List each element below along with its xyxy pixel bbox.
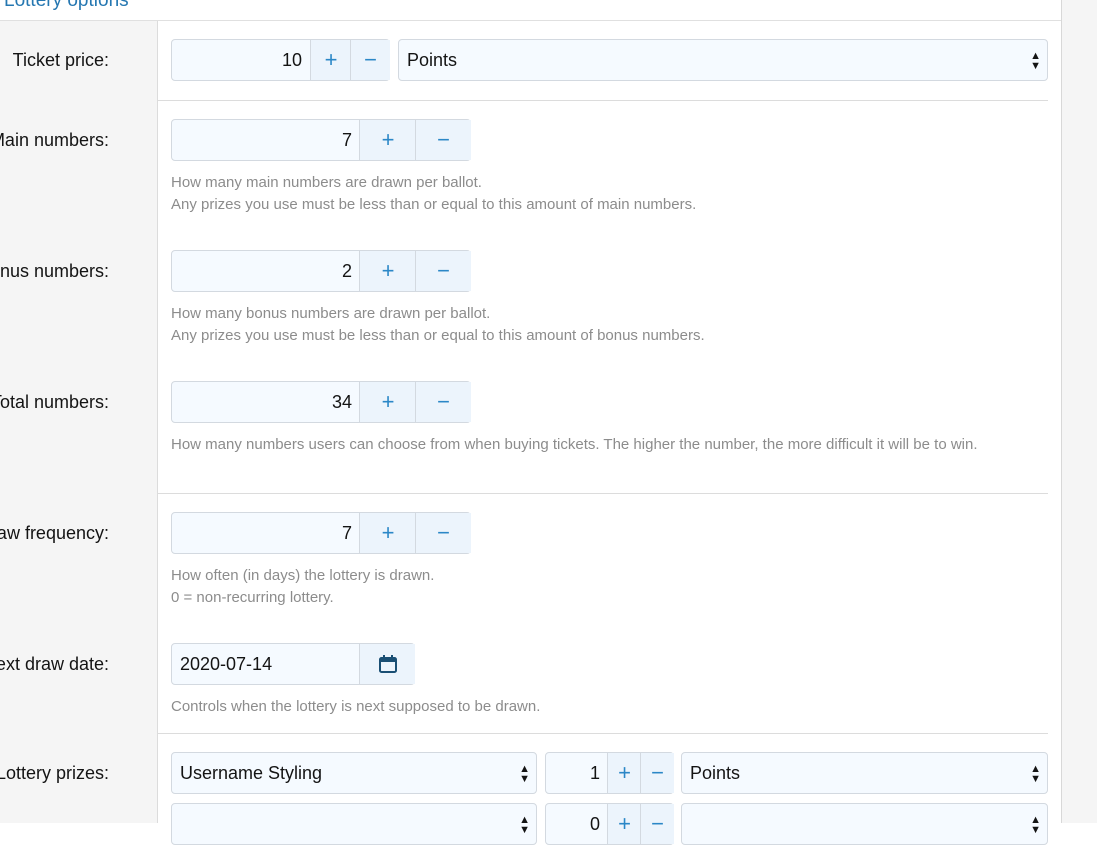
select-arrows-icon: ▲ ▼ xyxy=(1030,50,1041,72)
draw-frequency-decrement-button[interactable]: − xyxy=(415,513,471,553)
bonus-numbers-hint: How many bonus numbers are drawn per bal… xyxy=(171,305,705,344)
ticket-price-label: Ticket price: xyxy=(12,50,109,70)
bonus-numbers-decrement-button[interactable]: − xyxy=(415,251,471,291)
calendar-icon xyxy=(379,655,397,673)
bonus-numbers-label: Bonus numbers: xyxy=(0,261,109,281)
prize-type-select[interactable]: ▲ ▼ xyxy=(171,803,537,845)
prize-currency-select[interactable]: ▲ ▼ xyxy=(681,803,1048,845)
select-arrows-icon: ▲ ▼ xyxy=(519,814,530,836)
select-arrows-icon: ▲ ▼ xyxy=(1030,814,1041,836)
main-numbers-hint: How many main numbers are drawn per ball… xyxy=(171,174,697,213)
lottery-prizes-label: Lottery prizes: xyxy=(0,763,109,783)
divider xyxy=(158,493,1048,494)
bonus-numbers-value[interactable]: 2 xyxy=(172,251,352,291)
draw-frequency-value[interactable]: 7 xyxy=(172,513,352,553)
prize-amount-decrement-button[interactable]: − xyxy=(640,753,674,793)
main-numbers-stepper[interactable]: 7 + − xyxy=(171,119,471,161)
section-header[interactable]: Lottery options ⌃ xyxy=(0,0,1061,21)
lottery-options-panel: Lottery options ⌃ Ticket price: 10 + − P… xyxy=(0,0,1062,845)
page-gutter xyxy=(1062,0,1097,823)
select-arrows-icon: ▲ ▼ xyxy=(1030,763,1041,785)
prize-amount-stepper[interactable]: 0 + − xyxy=(545,803,674,845)
prize-amount-value[interactable]: 1 xyxy=(546,753,600,793)
draw-frequency-hint: How often (in days) the lottery is drawn… xyxy=(171,567,435,606)
section-title: Lottery options xyxy=(4,0,129,11)
next-draw-date-field[interactable]: 2020-07-14 xyxy=(171,643,415,685)
total-numbers-value[interactable]: 34 xyxy=(172,382,352,422)
prize-amount-stepper[interactable]: 1 + − xyxy=(545,752,674,794)
calendar-button[interactable] xyxy=(359,644,415,684)
ticket-price-value[interactable]: 10 xyxy=(172,40,302,80)
next-draw-date-hint: Controls when the lottery is next suppos… xyxy=(171,698,541,715)
main-numbers-value[interactable]: 7 xyxy=(172,120,352,160)
main-numbers-increment-button[interactable]: + xyxy=(359,120,416,160)
prize-type-select[interactable]: Username Styling ▲ ▼ xyxy=(171,752,537,794)
draw-frequency-label: Draw frequency: xyxy=(0,523,109,543)
next-draw-date-value[interactable]: 2020-07-14 xyxy=(180,644,272,684)
ticket-price-stepper[interactable]: 10 + − xyxy=(171,39,390,81)
ticket-price-increment-button[interactable]: + xyxy=(310,40,351,80)
prize-currency-value: Points xyxy=(690,763,741,783)
ticket-price-decrement-button[interactable]: − xyxy=(350,40,390,80)
divider xyxy=(158,733,1048,734)
total-numbers-label: Total numbers: xyxy=(0,392,109,412)
main-numbers-label: Main numbers: xyxy=(0,130,109,150)
prize-type-value: Username Styling xyxy=(180,763,323,783)
bonus-numbers-increment-button[interactable]: + xyxy=(359,251,416,291)
divider xyxy=(158,100,1048,101)
total-numbers-hint: How many numbers users can choose from w… xyxy=(171,436,978,453)
select-arrows-icon: ▲ ▼ xyxy=(519,763,530,785)
draw-frequency-increment-button[interactable]: + xyxy=(359,513,416,553)
draw-frequency-stepper[interactable]: 7 + − xyxy=(171,512,471,554)
next-draw-date-label: Next draw date: xyxy=(0,654,109,674)
chevron-up-icon[interactable]: ⌃ xyxy=(1033,0,1045,7)
prize-currency-select[interactable]: Points ▲ ▼ xyxy=(681,752,1048,794)
total-numbers-increment-button[interactable]: + xyxy=(359,382,416,422)
total-numbers-decrement-button[interactable]: − xyxy=(415,382,471,422)
prize-amount-increment-button[interactable]: + xyxy=(607,804,641,844)
prize-amount-increment-button[interactable]: + xyxy=(607,753,641,793)
prize-amount-value[interactable]: 0 xyxy=(546,804,600,844)
main-numbers-decrement-button[interactable]: − xyxy=(415,120,471,160)
total-numbers-stepper[interactable]: 34 + − xyxy=(171,381,471,423)
bonus-numbers-stepper[interactable]: 2 + − xyxy=(171,250,471,292)
ticket-price-currency-select[interactable]: Points ▲ ▼ xyxy=(398,39,1048,81)
ticket-price-currency-value: Points xyxy=(407,50,458,70)
prize-amount-decrement-button[interactable]: − xyxy=(640,804,674,844)
